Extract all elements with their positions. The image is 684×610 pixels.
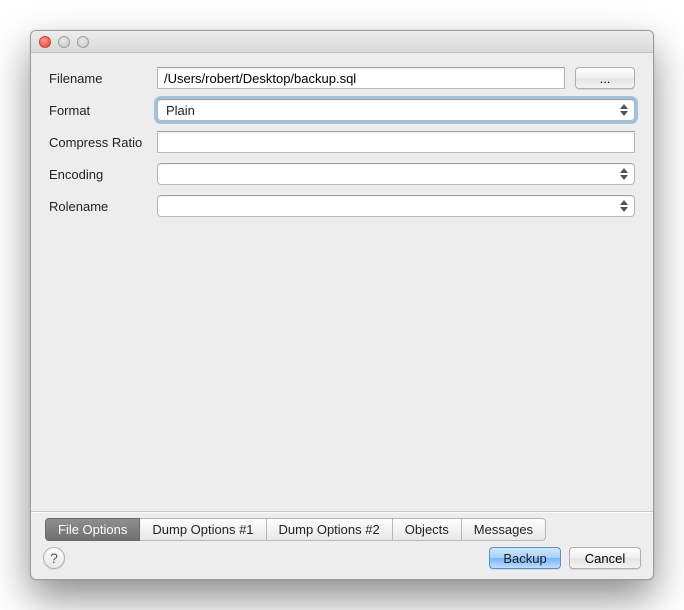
format-select[interactable]: Plain bbox=[157, 99, 635, 121]
format-row: Format Plain bbox=[49, 99, 635, 121]
filename-input[interactable] bbox=[157, 67, 565, 89]
encoding-select[interactable] bbox=[157, 163, 635, 185]
rolename-select[interactable] bbox=[157, 195, 635, 217]
tab-objects[interactable]: Objects bbox=[393, 518, 462, 541]
cancel-button[interactable]: Cancel bbox=[569, 547, 641, 569]
backup-dialog-window: Filename ... Format Plain Compress Ratio… bbox=[30, 30, 654, 580]
filename-label: Filename bbox=[49, 71, 157, 86]
minimize-icon[interactable] bbox=[58, 36, 70, 48]
tab-dump-options-2[interactable]: Dump Options #2 bbox=[267, 518, 393, 541]
dialog-content: Filename ... Format Plain Compress Ratio… bbox=[31, 53, 653, 511]
dialog-bottom: File Options Dump Options #1 Dump Option… bbox=[31, 511, 653, 579]
format-value: Plain bbox=[166, 103, 195, 118]
tab-messages[interactable]: Messages bbox=[462, 518, 546, 541]
browse-button[interactable]: ... bbox=[575, 67, 635, 89]
compress-input[interactable] bbox=[157, 131, 635, 153]
rolename-row: Rolename bbox=[49, 195, 635, 217]
help-button[interactable]: ? bbox=[43, 547, 65, 569]
format-label: Format bbox=[49, 103, 157, 118]
compress-row: Compress Ratio bbox=[49, 131, 635, 153]
tab-file-options[interactable]: File Options bbox=[45, 518, 140, 541]
encoding-label: Encoding bbox=[49, 167, 157, 182]
filename-row: Filename ... bbox=[49, 67, 635, 89]
close-icon[interactable] bbox=[39, 36, 51, 48]
titlebar bbox=[31, 31, 653, 53]
footer: ? Backup Cancel bbox=[43, 547, 641, 569]
compress-label: Compress Ratio bbox=[49, 135, 157, 150]
tab-bar: File Options Dump Options #1 Dump Option… bbox=[43, 518, 641, 541]
zoom-icon[interactable] bbox=[77, 36, 89, 48]
backup-button[interactable]: Backup bbox=[489, 547, 561, 569]
encoding-row: Encoding bbox=[49, 163, 635, 185]
rolename-label: Rolename bbox=[49, 199, 157, 214]
tab-dump-options-1[interactable]: Dump Options #1 bbox=[140, 518, 266, 541]
